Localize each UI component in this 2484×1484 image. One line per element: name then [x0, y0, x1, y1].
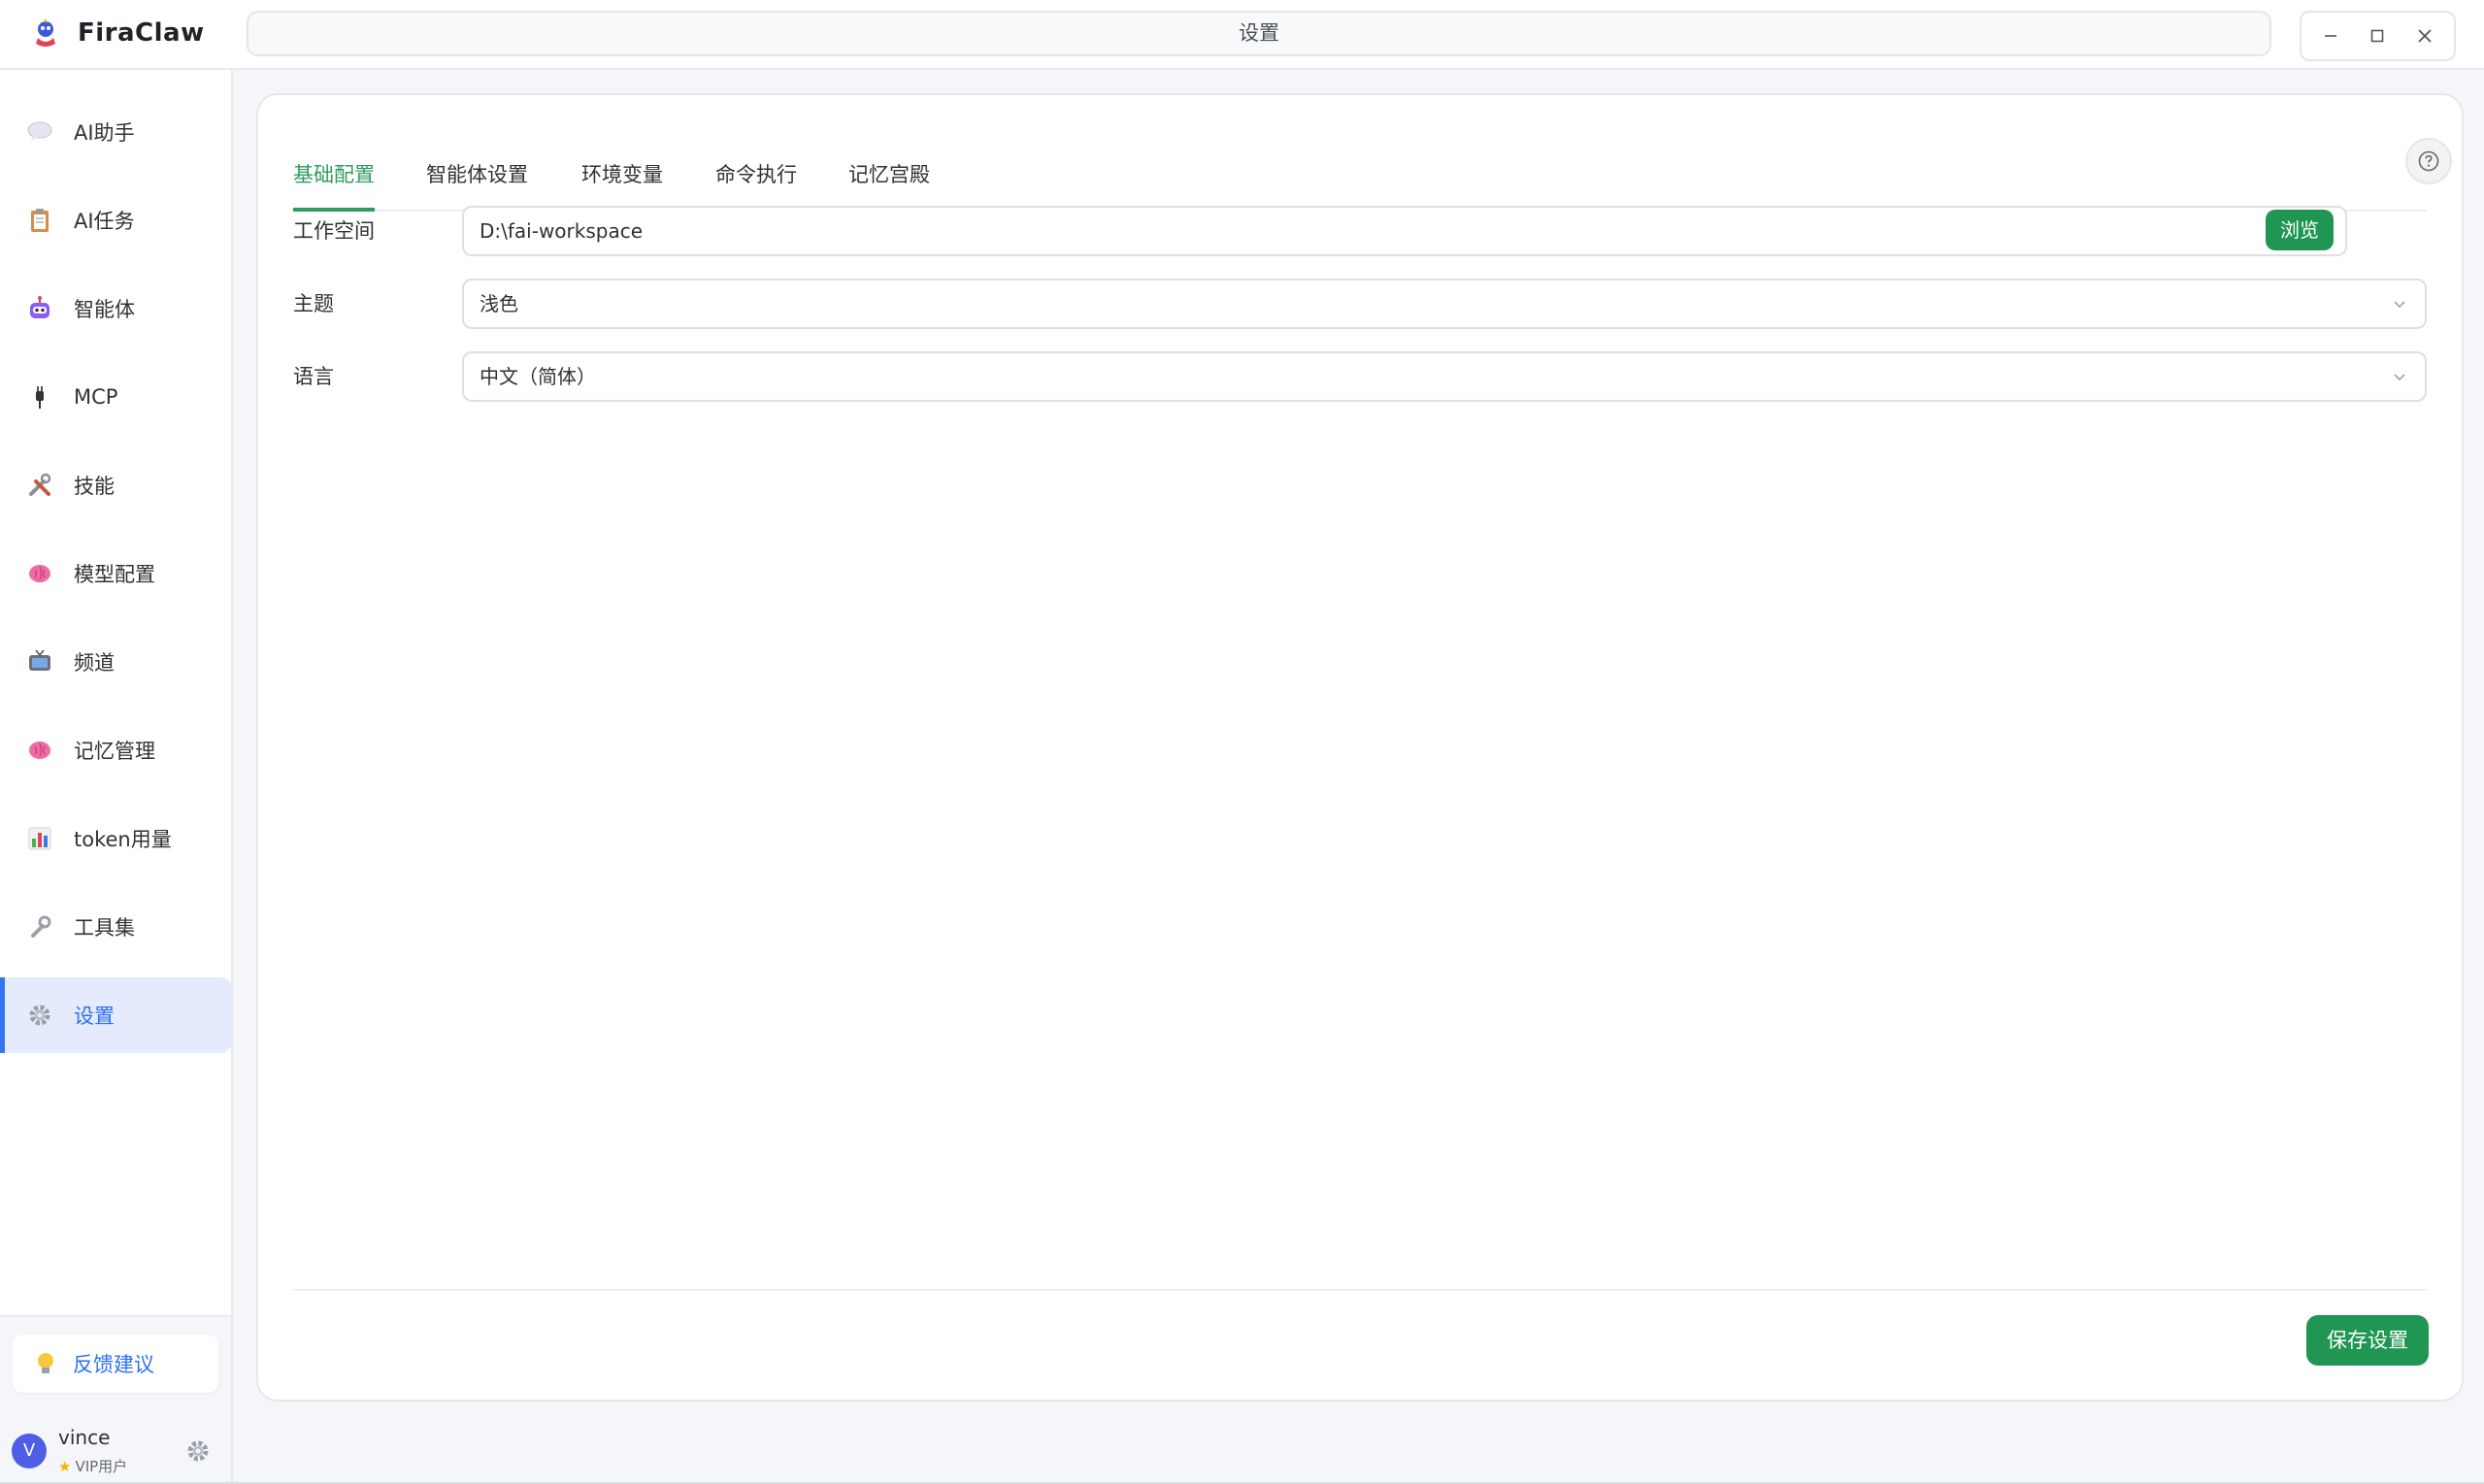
- close-button[interactable]: [2405, 16, 2444, 55]
- app-name: FiraClaw: [78, 18, 205, 48]
- tab-agent-settings[interactable]: 智能体设置: [426, 148, 528, 212]
- minimize-icon: [2325, 35, 2337, 37]
- sidebar-item-label: 频道: [74, 651, 115, 675]
- language-select-value: 中文（简体）: [480, 365, 596, 388]
- browse-button[interactable]: 浏览: [2266, 210, 2334, 250]
- minimize-button[interactable]: [2311, 16, 2350, 55]
- gear-icon: [25, 1001, 54, 1030]
- save-settings-button[interactable]: 保存设置: [2306, 1315, 2429, 1366]
- avatar: V: [12, 1434, 47, 1468]
- brain-icon: [25, 736, 54, 765]
- sidebar-item-memory[interactable]: 记忆管理: [0, 712, 231, 788]
- footer-divider: [293, 1289, 2427, 1291]
- title-bar: FiraClaw 设置: [0, 0, 2484, 70]
- wrench-icon: [25, 912, 54, 941]
- star-icon: ★: [58, 1457, 72, 1475]
- robot-icon: [25, 294, 54, 323]
- main-area: 基础配置 智能体设置 环境变量 命令执行 记忆宫殿 工作空间 D:\fai-wo…: [233, 70, 2484, 1484]
- tools-icon: [25, 471, 54, 500]
- speech-bubble-icon: [25, 117, 54, 147]
- theme-select-value: 浅色: [480, 292, 518, 315]
- tv-icon: [25, 647, 54, 676]
- plug-icon: [25, 382, 54, 412]
- maximize-icon: [2371, 29, 2384, 43]
- sidebar-item-label: 智能体: [74, 298, 135, 321]
- theme-row: 主题 浅色: [293, 279, 2450, 329]
- vip-badge: ★ VIP用户: [58, 1456, 127, 1476]
- tab-memory-palace[interactable]: 记忆宫殿: [848, 148, 930, 212]
- user-profile[interactable]: V vince ★ VIP用户: [0, 1414, 231, 1484]
- settings-tabs: 基础配置 智能体设置 环境变量 命令执行 记忆宫殿: [293, 148, 2427, 212]
- workspace-row: 工作空间 D:\fai-workspace 浏览: [293, 206, 2450, 256]
- settings-card: 基础配置 智能体设置 环境变量 命令执行 记忆宫殿 工作空间 D:\fai-wo…: [256, 93, 2464, 1402]
- language-row: 语言 中文（简体）: [293, 351, 2450, 402]
- sidebar-item-model-config[interactable]: 模型配置: [0, 536, 231, 611]
- sidebar-item-label: MCP: [74, 385, 118, 409]
- sidebar-item-skills[interactable]: 技能: [0, 447, 231, 523]
- sidebar-item-settings[interactable]: 设置: [0, 977, 231, 1053]
- sidebar-item-ai-assistant[interactable]: AI助手: [0, 94, 231, 170]
- theme-label: 主题: [293, 292, 334, 315]
- sidebar-item-channels[interactable]: 频道: [0, 624, 231, 700]
- help-button[interactable]: [2405, 138, 2452, 184]
- workspace-label: 工作空间: [293, 219, 375, 243]
- sidebar-item-token-usage[interactable]: token用量: [0, 801, 231, 876]
- sidebar-item-label: 记忆管理: [74, 740, 155, 763]
- window-title: 设置: [247, 11, 2271, 56]
- vip-badge-label: VIP用户: [75, 1458, 128, 1475]
- bar-chart-icon: [25, 824, 54, 853]
- clipboard-icon: [25, 206, 54, 235]
- tab-env-variables[interactable]: 环境变量: [581, 148, 663, 212]
- theme-select[interactable]: 浅色: [462, 279, 2427, 329]
- sidebar-item-label: 模型配置: [74, 563, 155, 586]
- tab-basic-config[interactable]: 基础配置: [293, 148, 375, 212]
- sidebar-item-toolset[interactable]: 工具集: [0, 889, 231, 965]
- tab-command-execution[interactable]: 命令执行: [715, 148, 797, 212]
- app-logo-icon: [36, 18, 55, 47]
- user-name: vince: [58, 1426, 111, 1449]
- sidebar-item-agents[interactable]: 智能体: [0, 271, 231, 346]
- language-label: 语言: [293, 365, 334, 388]
- sidebar-footer: 反馈建议 V vince ★ VIP用户: [0, 1315, 231, 1484]
- feedback-label: 反馈建议: [73, 1353, 154, 1376]
- chevron-down-icon: [2394, 374, 2405, 381]
- sidebar-item-label: 技能: [74, 475, 115, 498]
- chevron-down-icon: [2394, 301, 2405, 309]
- sidebar-item-ai-tasks[interactable]: AI任务: [0, 182, 231, 258]
- sidebar-item-label: 工具集: [74, 916, 135, 940]
- sidebar-item-label: AI任务: [74, 210, 135, 233]
- sidebar: AI助手 AI任务 智能体 MCP 技能 模型配置 频道 记忆管理 token用…: [0, 70, 233, 1484]
- user-settings-gear-icon[interactable]: [184, 1437, 212, 1465]
- workspace-input[interactable]: D:\fai-workspace: [462, 206, 2347, 256]
- language-select[interactable]: 中文（简体）: [462, 351, 2427, 402]
- lightbulb-icon: [38, 1353, 53, 1373]
- sidebar-item-label: 设置: [74, 1005, 115, 1028]
- window-controls: [2300, 11, 2456, 61]
- sidebar-item-mcp[interactable]: MCP: [0, 359, 231, 435]
- brain-icon: [25, 559, 54, 588]
- close-icon: [2418, 29, 2432, 43]
- question-icon: [2418, 150, 2439, 172]
- maximize-button[interactable]: [2358, 16, 2397, 55]
- feedback-button[interactable]: 反馈建议: [13, 1335, 218, 1393]
- sidebar-item-label: AI助手: [74, 121, 135, 145]
- sidebar-item-label: token用量: [74, 828, 172, 851]
